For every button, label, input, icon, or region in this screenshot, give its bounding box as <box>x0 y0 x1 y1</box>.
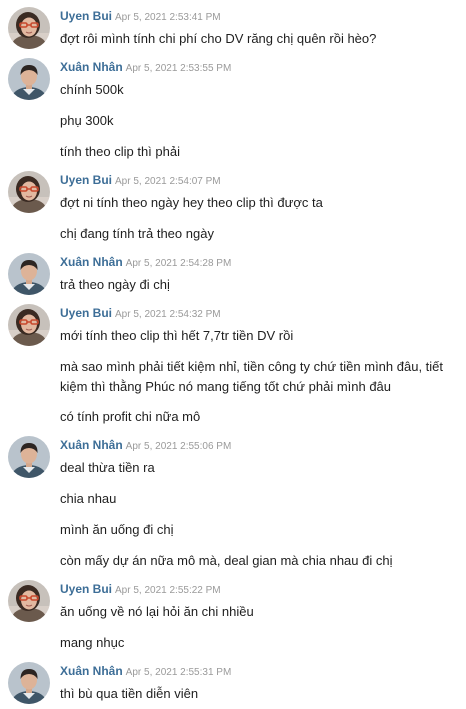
author-name[interactable]: Xuân Nhân <box>60 60 123 74</box>
message-timestamp: Apr 5, 2021 2:53:55 PM <box>125 63 232 74</box>
message-text: mình ăn uống đi chị <box>60 522 174 537</box>
avatar-uyen-bui[interactable] <box>8 171 50 213</box>
message-header: Uyen Bui Apr 5, 2021 2:53:41 PM <box>60 9 221 25</box>
avatar-xuan-nhan[interactable] <box>8 436 50 478</box>
message-text: chính 500k <box>60 82 124 97</box>
avatar-xuan-nhan[interactable] <box>8 662 50 704</box>
avatar-uyen-bui[interactable] <box>8 304 50 346</box>
chat-message-list: Uyen Bui Apr 5, 2021 2:53:41 PM đợt rôi mì… <box>0 0 466 709</box>
message-timestamp: Apr 5, 2021 2:55:31 PM <box>125 667 232 678</box>
avatar-xuan-nhan[interactable] <box>8 58 50 100</box>
message-header: Xuân Nhân Apr 5, 2021 2:55:31 PM <box>60 664 231 680</box>
message-timestamp: Apr 5, 2021 2:54:32 PM <box>115 309 221 320</box>
message-timestamp: Apr 5, 2021 2:55:06 PM <box>125 441 232 452</box>
message-header: Xuân Nhân Apr 5, 2021 2:53:55 PM <box>60 60 231 76</box>
message-text: mới tính theo clip thì hết 7,7tr tiền DV… <box>60 328 294 343</box>
message-header: Uyen Bui Apr 5, 2021 2:54:32 PM <box>60 306 221 322</box>
message-header: Uyen Bui Apr 5, 2021 2:55:22 PM <box>60 582 221 598</box>
message-text: chị đang tính trả theo ngày <box>60 226 214 241</box>
author-name[interactable]: Uyen Bui <box>60 173 112 187</box>
message-header: Uyen Bui Apr 5, 2021 2:54:07 PM <box>60 173 221 189</box>
message-header: Xuân Nhân Apr 5, 2021 2:54:28 PM <box>60 255 231 271</box>
message-timestamp: Apr 5, 2021 2:54:28 PM <box>125 258 232 269</box>
message-timestamp: Apr 5, 2021 2:54:07 PM <box>115 176 221 187</box>
message-header: Xuân Nhân Apr 5, 2021 2:55:06 PM <box>60 438 231 454</box>
avatar-uyen-bui[interactable] <box>8 7 50 49</box>
message-text: ăn uống về nó lại hỏi ăn chi nhiều <box>60 604 254 619</box>
author-name[interactable]: Xuân Nhân <box>60 664 123 678</box>
message-text: deal thừa tiền ra <box>60 460 155 475</box>
message-text: thì bù qua tiền diễn viên <box>60 686 199 701</box>
message-timestamp: Apr 5, 2021 2:53:41 PM <box>115 12 221 23</box>
message-text: trả theo ngày đi chị <box>60 277 170 292</box>
message-text: còn mấy dự án nữa mô mà, deal gian mà ch… <box>60 553 393 568</box>
author-name[interactable]: Uyen Bui <box>60 306 112 320</box>
author-name[interactable]: Uyen Bui <box>60 582 112 596</box>
message-text: có tính profit chi nữa mô <box>60 409 201 424</box>
avatar-uyen-bui[interactable] <box>8 580 50 622</box>
message-text: đợt ni tính theo ngày hey theo clip thì … <box>60 195 323 210</box>
message-text: chia nhau <box>60 491 117 506</box>
author-name[interactable]: Xuân Nhân <box>60 255 123 269</box>
message-text: đợt rôi mình tính chi phí cho DV răng ch… <box>60 31 377 46</box>
message-text: tính theo clip thì phải <box>60 144 180 159</box>
message-text: mà sao mình phải tiết kiệm nhỉ, tiền côn… <box>60 359 444 394</box>
message-text: phụ 300k <box>60 113 114 128</box>
author-name[interactable]: Xuân Nhân <box>60 438 123 452</box>
author-name[interactable]: Uyen Bui <box>60 9 112 23</box>
avatar-xuan-nhan[interactable] <box>8 253 50 295</box>
message-text: mang nhục <box>60 635 125 650</box>
message-timestamp: Apr 5, 2021 2:55:22 PM <box>115 585 221 596</box>
